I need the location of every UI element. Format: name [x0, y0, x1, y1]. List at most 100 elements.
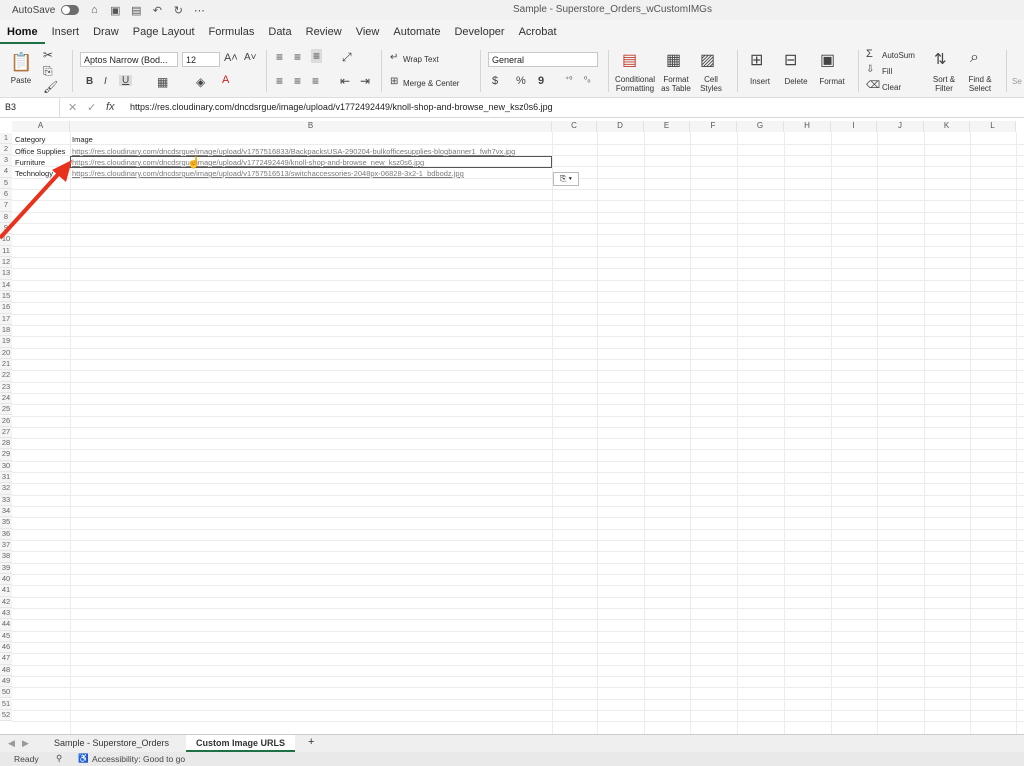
column-header-b[interactable]: B [70, 121, 552, 132]
row-header[interactable]: 33 [0, 494, 12, 507]
autosave-toggle[interactable] [61, 5, 80, 15]
cell-b3[interactable]: https://res.cloudinary.com/dncdsrgue/ima… [72, 158, 550, 167]
wrap-text-button[interactable]: Wrap Text [403, 55, 439, 64]
clear-icon[interactable]: ⌫ [866, 80, 880, 91]
increase-decimal-icon[interactable]: ⁺⁰ [565, 75, 572, 84]
save-icon[interactable]: ▣ [109, 4, 121, 17]
tab-automate[interactable]: Automate [386, 22, 447, 44]
row-header[interactable]: 21 [0, 358, 12, 371]
row-header[interactable]: 20 [0, 347, 12, 359]
cell-styles-button[interactable]: Cell Styles [696, 75, 726, 93]
autosum-icon[interactable]: Σ [866, 48, 873, 60]
more-icon[interactable]: ⋯ [193, 4, 205, 17]
cell-b4[interactable]: https://res.cloudinary.com/dncdsrgue/ima… [72, 169, 550, 178]
column-header-a[interactable]: A [12, 121, 70, 132]
merge-center-button[interactable]: Merge & Center [403, 79, 459, 88]
sort-filter-icon[interactable]: ⇅ [934, 50, 947, 68]
autosum-button[interactable]: AutoSum [882, 51, 915, 60]
tab-review[interactable]: Review [299, 22, 349, 44]
accessibility-status[interactable]: Accessibility: Good to go [92, 754, 185, 764]
align-center-icon[interactable]: ≡ [294, 74, 301, 88]
font-size-select[interactable]: 12 [182, 52, 220, 67]
scroll-left-icon[interactable]: ◀ [8, 738, 15, 749]
column-header-j[interactable]: J [877, 121, 924, 132]
row-header[interactable]: 46 [0, 641, 12, 654]
wrap-text-icon[interactable]: ↵ [390, 52, 398, 63]
font-name-select[interactable]: Aptos Narrow (Bod... [80, 52, 178, 67]
align-bottom-icon[interactable]: ≡ [311, 49, 323, 63]
row-header[interactable]: 24 [0, 392, 12, 405]
row-header[interactable]: 34 [0, 506, 12, 518]
sheet-tab-superstore-orders[interactable]: Sample - Superstore_Orders [44, 735, 179, 752]
column-header-f[interactable]: F [690, 121, 737, 132]
increase-font-icon[interactable]: A˄ [224, 52, 238, 64]
row-header[interactable]: 12 [0, 257, 12, 269]
row-header[interactable]: 26 [0, 415, 12, 427]
percent-button[interactable]: % [516, 75, 526, 87]
orientation-icon[interactable]: ⤢ [342, 50, 352, 65]
find-select-button[interactable]: Find & Select [964, 75, 996, 93]
sheet-tab-custom-image-urls[interactable]: Custom Image URLS [186, 735, 296, 752]
row-header[interactable]: 44 [0, 619, 12, 631]
row-header[interactable]: 51 [0, 698, 12, 710]
sensitivity-button[interactable]: Se [1012, 77, 1022, 86]
function-icon[interactable]: fx [106, 101, 115, 113]
format-as-table-button[interactable]: Format as Table [658, 75, 694, 93]
align-top-icon[interactable]: ≡ [276, 50, 283, 64]
row-header[interactable]: 13 [0, 268, 12, 280]
row-header[interactable]: 18 [0, 324, 12, 337]
cut-icon[interactable]: ✂ [43, 48, 53, 62]
align-left-icon[interactable]: ≡ [276, 74, 283, 88]
row-header[interactable]: 37 [0, 540, 12, 552]
fill-color-icon[interactable]: ◈ [196, 75, 205, 89]
tab-home[interactable]: Home [0, 22, 45, 44]
cell-b2[interactable]: https://res.cloudinary.com/dncdsrgue/ima… [72, 147, 550, 156]
bold-button[interactable]: B [86, 76, 93, 87]
scroll-right-icon[interactable]: ▶ [22, 738, 29, 749]
merge-center-icon[interactable]: ⊞ [390, 76, 398, 87]
font-color-icon[interactable]: A [222, 74, 229, 86]
currency-button[interactable]: $ [492, 75, 498, 87]
formula-input[interactable]: https://res.cloudinary.com/dncdsrgue/ima… [130, 102, 553, 112]
insert-cells-button[interactable]: Insert [745, 77, 775, 86]
italic-button[interactable]: I [104, 76, 107, 87]
row-header[interactable]: 47 [0, 653, 12, 665]
row-header[interactable]: 36 [0, 528, 12, 540]
row-header[interactable]: 25 [0, 404, 12, 416]
undo-icon[interactable]: ↶ [151, 4, 163, 17]
row-header[interactable]: 38 [0, 551, 12, 563]
row-header[interactable]: 48 [0, 664, 12, 676]
row-header[interactable]: 28 [0, 438, 12, 450]
row-header[interactable]: 27 [0, 426, 12, 439]
fill-icon[interactable]: ⇩ [866, 64, 874, 75]
decrease-decimal-icon[interactable]: ⁰₀ [584, 75, 591, 84]
align-right-icon[interactable]: ≡ [312, 74, 319, 88]
row-header[interactable]: 29 [0, 449, 12, 461]
row-header[interactable]: 22 [0, 370, 12, 382]
cancel-icon[interactable]: ✕ [68, 101, 77, 114]
row-header[interactable]: 1 [0, 132, 12, 144]
row-header[interactable]: 19 [0, 336, 12, 348]
accessibility-icon[interactable]: ♿ [78, 753, 89, 764]
format-cells-icon[interactable]: ▣ [820, 50, 835, 70]
cell-b1[interactable]: Image [72, 135, 550, 144]
home-icon[interactable]: ⌂ [88, 4, 100, 16]
delete-cells-icon[interactable]: ⊟ [784, 50, 797, 70]
column-header-i[interactable]: I [831, 121, 877, 132]
paste-button[interactable]: Paste [8, 76, 34, 85]
underline-button[interactable]: U [119, 75, 133, 86]
find-select-icon[interactable]: ⌕ [970, 49, 979, 67]
fill-button[interactable]: Fill [882, 67, 892, 76]
paste-icon[interactable]: 📋 [10, 52, 32, 73]
column-header-c[interactable]: C [552, 121, 597, 132]
column-header-l[interactable]: L [970, 121, 1016, 132]
cell-styles-icon[interactable]: ▨ [700, 50, 715, 70]
insert-cells-icon[interactable]: ⊞ [750, 50, 763, 70]
row-header[interactable]: 50 [0, 687, 12, 699]
decrease-indent-icon[interactable]: ⇤ [340, 74, 350, 88]
paste-options-button[interactable]: ⎘ ▾ [553, 172, 579, 186]
tab-insert[interactable]: Insert [45, 22, 87, 44]
column-header-d[interactable]: D [597, 121, 644, 132]
number-format-select[interactable]: General [488, 52, 598, 67]
confirm-icon[interactable]: ✓ [87, 101, 96, 114]
